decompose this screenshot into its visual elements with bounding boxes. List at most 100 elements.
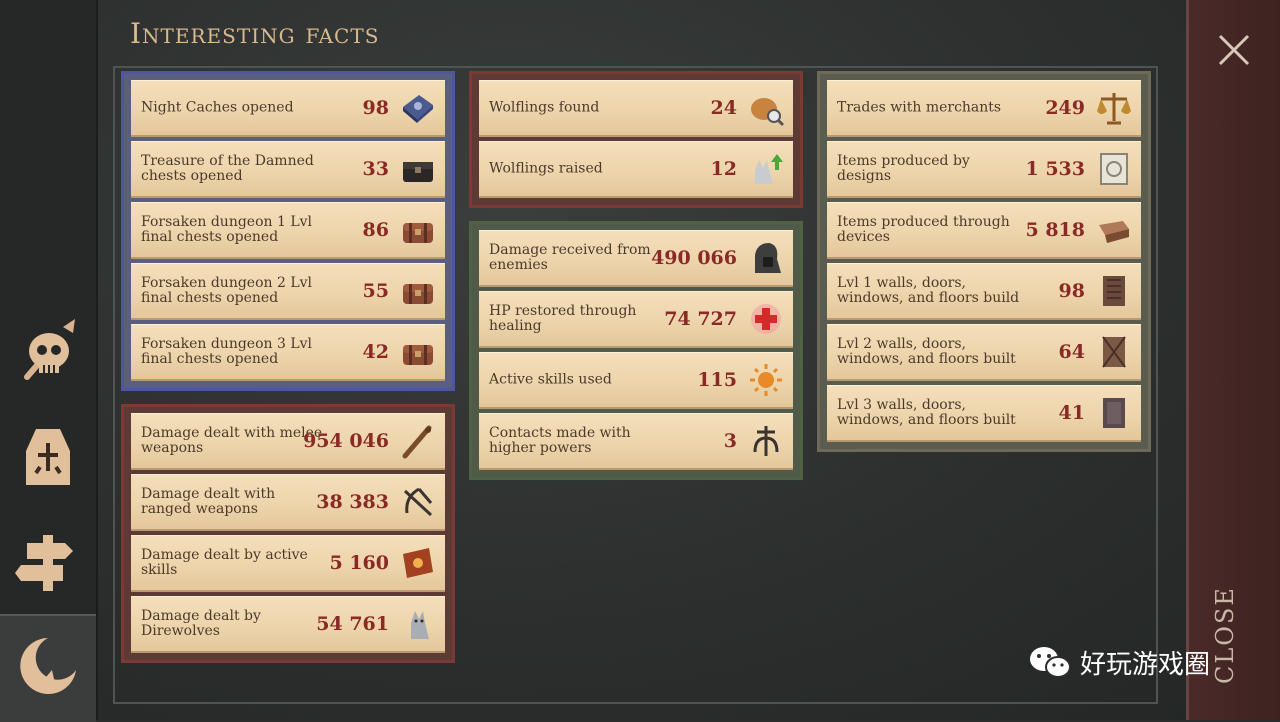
watermark: 好玩游戏圈 [1028, 640, 1210, 684]
stat-row: Items produced through devices 5 818 [827, 202, 1141, 259]
stat-label: Items produced through devices [837, 214, 1010, 245]
stat-row: Lvl 2 walls, doors, windows, and floors … [827, 324, 1141, 381]
group-crafting: Trades with merchants 249 Items produced… [817, 71, 1151, 452]
stat-label: Night Caches opened [141, 99, 294, 116]
stat-value: 38 383 [316, 491, 389, 513]
left-sidebar [0, 0, 98, 722]
club-icon [402, 425, 432, 459]
stat-row: Lvl 3 walls, doors, windows, and floors … [827, 385, 1141, 442]
group-chests: Night Caches opened 98 Treasure of the D… [121, 71, 455, 391]
stat-value: 42 [362, 341, 389, 363]
stat-value: 954 046 [303, 430, 389, 452]
chest-icon [403, 345, 433, 365]
scales-icon [1097, 93, 1131, 125]
stat-label: Damage dealt by active skills [141, 547, 308, 578]
stat-row: Lvl 1 walls, doors, windows, and floors … [827, 263, 1141, 320]
stat-value: 249 [1045, 97, 1085, 119]
stat-label: Lvl 1 walls, doors, windows, and floors … [837, 275, 1020, 306]
stat-label: Damage dealt with melee weapons [141, 425, 323, 456]
character-icon[interactable] [8, 418, 88, 498]
stat-value: 54 761 [316, 613, 389, 635]
stat-row: Items produced by designs 1 533 [827, 141, 1141, 198]
stat-label: Wolflings found [489, 99, 600, 116]
wolf-icon [411, 611, 429, 639]
stat-row: Treasure of the Damned chests opened 33 [131, 141, 445, 198]
stat-value: 98 [362, 97, 389, 119]
blueprint-icon [1100, 153, 1128, 185]
stat-value: 5 818 [1025, 219, 1086, 241]
stat-label: Forsaken dungeon 1 Lvl final chests open… [141, 214, 313, 245]
stat-label: Forsaken dungeon 2 Lvl final chests open… [141, 275, 313, 306]
chest-icon [403, 223, 433, 243]
stat-label: Damage dealt by Direwolves [141, 608, 261, 639]
stat-row: Damage dealt with melee weapons 954 046 [131, 413, 445, 470]
skull-icon[interactable] [8, 310, 88, 390]
stat-row: Wolflings raised 12 [479, 141, 793, 198]
stat-row: HP restored through healing 74 727 [479, 291, 793, 348]
wechat-icon [1030, 647, 1071, 678]
stat-label: HP restored through healing [489, 303, 637, 334]
stat-label: Treasure of the Damned chests opened [141, 153, 314, 184]
stat-value: 3 [723, 430, 737, 452]
stat-label: Damage received from enemies [489, 242, 651, 273]
rune-icon [753, 426, 779, 456]
stat-row: Damage received from enemies 490 066 [479, 230, 793, 287]
stat-value: 86 [362, 219, 389, 241]
stat-value: 41 [1058, 402, 1085, 424]
stat-value: 98 [1058, 280, 1085, 302]
hood-icon [755, 243, 781, 273]
red-cross-icon [751, 304, 781, 334]
stat-value: 12 [710, 158, 737, 180]
watermark-text: 好玩游戏圈 [1080, 649, 1211, 680]
reinforced-door-icon [1102, 336, 1126, 368]
stat-row: Damage dealt with ranged weapons 38 383 [131, 474, 445, 531]
stat-label: Contacts made with higher powers [489, 425, 631, 456]
stat-row: Forsaken dungeon 2 Lvl final chests open… [131, 263, 445, 320]
stat-value: 1 533 [1025, 158, 1086, 180]
stat-row: Damage dealt by Direwolves 54 761 [131, 596, 445, 653]
stat-label: Lvl 3 walls, doors, windows, and floors … [837, 397, 1016, 428]
stat-value: 64 [1058, 341, 1085, 363]
wooden-door-icon [1103, 276, 1125, 306]
night-cache-icon [403, 95, 433, 123]
signpost-icon[interactable] [8, 522, 88, 602]
stat-label: Damage dealt with ranged weapons [141, 486, 276, 517]
close-icon[interactable] [1214, 30, 1254, 70]
stat-value: 115 [697, 369, 737, 391]
stat-label: Trades with merchants [837, 99, 1002, 116]
stat-value: 24 [710, 97, 737, 119]
iron-door-icon [1103, 398, 1125, 428]
stat-value: 5 160 [329, 552, 390, 574]
stat-value: 74 727 [664, 308, 737, 330]
close-label[interactable]: CLOSE [1211, 580, 1261, 690]
stat-row: Contacts made with higher powers 3 [479, 413, 793, 470]
stat-row: Forsaken dungeon 1 Lvl final chests open… [131, 202, 445, 259]
stat-value: 55 [362, 280, 389, 302]
stat-label: Forsaken dungeon 3 Lvl final chests open… [141, 336, 313, 367]
stat-row: Wolflings found 24 [479, 80, 793, 137]
chest-icon [403, 284, 433, 304]
wolf-up-icon [755, 154, 783, 184]
dark-chest-icon [403, 162, 433, 182]
sun-icon [750, 364, 782, 396]
stat-label: Items produced by designs [837, 153, 970, 184]
spellbook-icon [403, 548, 433, 578]
group-damage-dealt: Damage dealt with melee weapons 954 046 … [121, 404, 455, 663]
anvil-icon [1099, 221, 1129, 243]
stat-label: Active skills used [489, 371, 612, 388]
page-title: Interesting facts [130, 17, 380, 50]
group-wolflings: Wolflings found 24 Wolflings raised 12 [469, 71, 803, 208]
stat-label: Lvl 2 walls, doors, windows, and floors … [837, 336, 1016, 367]
stat-row: Night Caches opened 98 [131, 80, 445, 137]
stat-row: Forsaken dungeon 3 Lvl final chests open… [131, 324, 445, 381]
group-survival: Damage received from enemies 490 066 HP … [469, 221, 803, 480]
stat-row: Damage dealt by active skills 5 160 [131, 535, 445, 592]
stat-value: 33 [362, 158, 389, 180]
crossbow-icon [403, 487, 433, 517]
stat-row: Active skills used 115 [479, 352, 793, 409]
stat-label: Wolflings raised [489, 160, 603, 177]
crescent-icon[interactable] [8, 626, 88, 706]
stat-row: Trades with merchants 249 [827, 80, 1141, 137]
bag-search-icon [751, 98, 785, 127]
stat-value: 490 066 [651, 247, 737, 269]
